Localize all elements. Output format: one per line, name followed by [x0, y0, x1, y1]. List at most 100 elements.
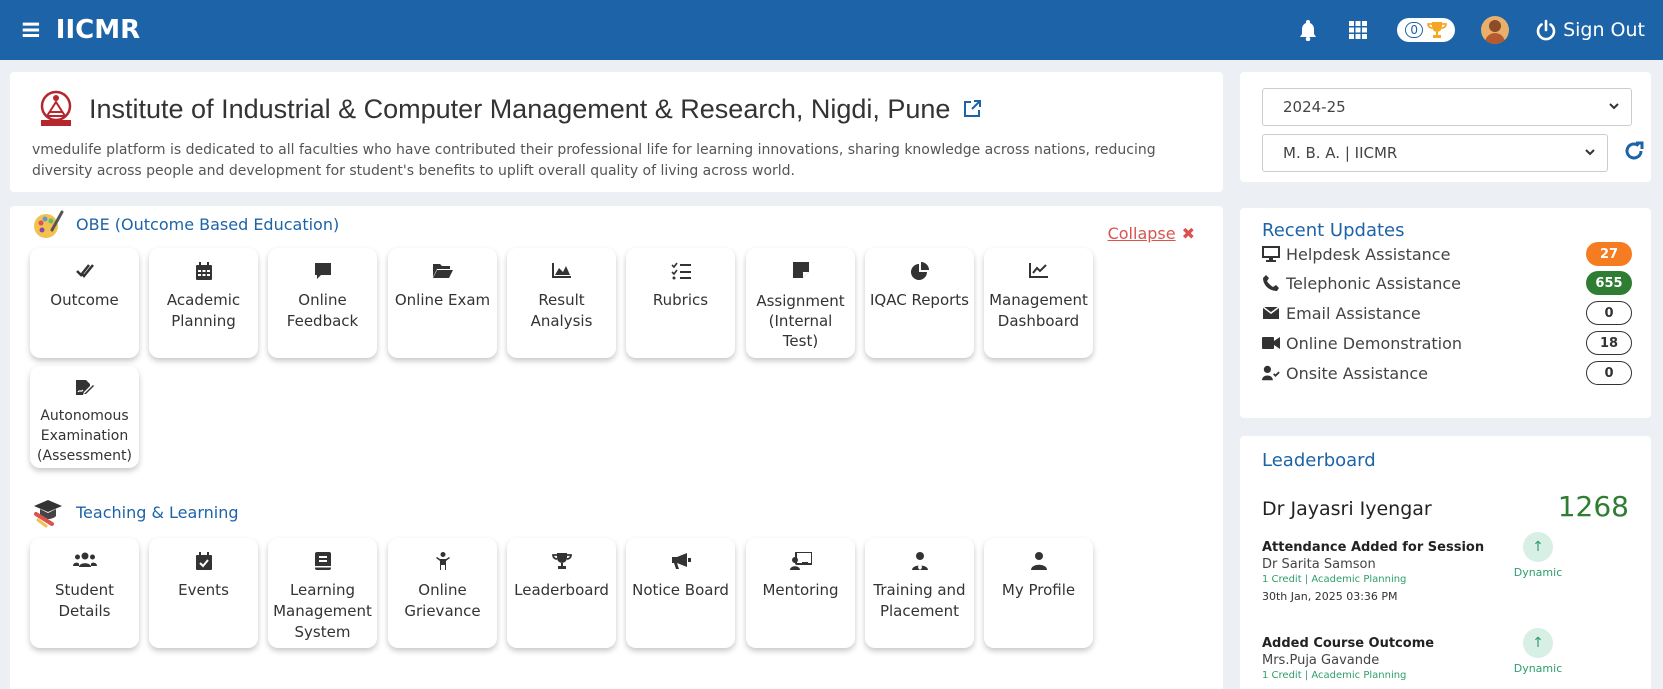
tile-label: Autonomous Examination (Assessment): [37, 408, 132, 464]
tile-online-grievance[interactable]: Online Grievance: [388, 538, 497, 648]
update-item-email[interactable]: Email Assistance 0: [1262, 301, 1632, 325]
trophy-count: 0: [1405, 22, 1424, 38]
user-tie-icon: [865, 552, 974, 570]
palette-icon: [34, 210, 64, 238]
check-double-icon: [30, 262, 139, 280]
list-check-icon: [626, 262, 735, 280]
activity-tag-label: Dynamic: [1513, 662, 1563, 675]
update-item-helpdesk[interactable]: Helpdesk Assistance 27: [1262, 242, 1632, 266]
teaching-header[interactable]: Teaching & Learning: [32, 496, 239, 528]
refresh-icon[interactable]: [1623, 140, 1645, 162]
tile-label: Outcome: [50, 291, 119, 309]
calendar-icon: [149, 262, 258, 280]
bell-icon[interactable]: [1297, 19, 1319, 41]
institute-description: vmedulife platform is dedicated to all f…: [32, 142, 1156, 179]
tile-label: Result Analysis: [530, 291, 593, 330]
pie-chart-icon: [865, 262, 974, 280]
tile-assignment[interactable]: Assignment (Internal Test): [746, 248, 855, 358]
tile-mentoring[interactable]: Mentoring: [746, 538, 855, 648]
collapse-button[interactable]: Collapse ✖: [1108, 224, 1201, 243]
brand[interactable]: ≡ IICMR: [20, 15, 140, 45]
tile-label: Mentoring: [762, 581, 839, 599]
tile-label: Events: [178, 581, 229, 599]
update-count-badge: 0: [1586, 301, 1632, 325]
tile-online-feedback[interactable]: Online Feedback: [268, 248, 377, 358]
tile-leaderboard[interactable]: Leaderboard: [507, 538, 616, 648]
tile-my-profile[interactable]: My Profile: [984, 538, 1093, 648]
tile-management-dashboard[interactable]: Management Dashboard: [984, 248, 1093, 358]
sign-out-label: Sign Out: [1563, 19, 1645, 41]
activity-meta: 1 Credit | Academic Planning: [1262, 670, 1407, 681]
institute-logo: [40, 90, 72, 126]
obe-header[interactable]: OBE (Outcome Based Education): [32, 208, 339, 240]
folder-open-icon: [388, 262, 497, 280]
tile-academic-planning[interactable]: Academic Planning: [149, 248, 258, 358]
tile-events[interactable]: Events: [149, 538, 258, 648]
leader-score: 1268: [1557, 490, 1629, 523]
tile-label: Student Details: [54, 581, 115, 620]
power-icon: [1536, 19, 1556, 41]
brand-name: IICMR: [55, 15, 141, 45]
signature-icon: [30, 380, 139, 398]
leaderboard-title: Leaderboard: [1262, 450, 1376, 471]
bullhorn-icon: [626, 552, 735, 570]
tile-training-placement[interactable]: Training and Placement: [865, 538, 974, 648]
academic-year-select[interactable]: 2024-25: [1262, 88, 1632, 126]
apps-grid-icon[interactable]: [1347, 19, 1369, 41]
activity-title: Added Course Outcome: [1262, 636, 1435, 651]
update-count-badge: 655: [1586, 271, 1632, 295]
tile-iqac-reports[interactable]: IQAC Reports: [865, 248, 974, 358]
tile-rubrics[interactable]: Rubrics: [626, 248, 735, 358]
update-item-demo[interactable]: Online Demonstration 18: [1262, 331, 1632, 355]
tile-label: Assignment (Internal Test): [756, 292, 845, 350]
external-link-icon[interactable]: [962, 99, 982, 119]
user-avatar[interactable]: [1481, 16, 1510, 44]
tile-student-details[interactable]: Student Details: [30, 538, 139, 648]
line-chart-icon: [984, 262, 1093, 280]
video-icon: [1262, 337, 1280, 349]
note-icon: [746, 262, 855, 280]
update-count-badge: 0: [1586, 361, 1632, 385]
tile-online-exam[interactable]: Online Exam: [388, 248, 497, 358]
institute-name: Institute of Industrial & Computer Manag…: [89, 93, 951, 124]
tile-notice-board[interactable]: Notice Board: [626, 538, 735, 648]
obe-title: OBE (Outcome Based Education): [76, 214, 340, 234]
tile-learning-management-system[interactable]: Learning Management System: [268, 538, 377, 648]
user-check-icon: [1262, 365, 1280, 381]
program-select[interactable]: M. B. A. | IICMR: [1262, 134, 1608, 172]
activity-user: Dr Sarita Samson: [1262, 557, 1376, 572]
close-icon: ✖: [1181, 224, 1195, 243]
hamburger-menu-icon[interactable]: ≡: [20, 15, 42, 45]
activity-tag-label: Dynamic: [1513, 566, 1563, 579]
collapse-label: Collapse: [1107, 224, 1176, 243]
modules-panel: OBE (Outcome Based Education) Collapse ✖…: [10, 206, 1223, 689]
tile-label: My Profile: [1001, 581, 1076, 599]
activity-meta: 1 Credit | Academic Planning: [1262, 574, 1407, 585]
tile-outcome[interactable]: Outcome: [30, 248, 139, 358]
tile-label: Training and Placement: [873, 581, 966, 620]
update-count-badge: 27: [1586, 242, 1632, 266]
academic-year-value: 2024-25: [1283, 98, 1346, 116]
area-chart-icon: [507, 262, 616, 280]
trophy-points-badge[interactable]: 0: [1397, 18, 1456, 42]
tile-label: Management Dashboard: [989, 291, 1088, 330]
activity-user: Mrs.Puja Gavande: [1262, 653, 1380, 668]
recent-updates-panel: Recent Updates Helpdesk Assistance 27 Te…: [1240, 208, 1651, 418]
tile-label: IQAC Reports: [869, 291, 969, 309]
update-item-onsite[interactable]: Onsite Assistance 0: [1262, 361, 1632, 385]
arrow-up-icon: ↑: [1523, 532, 1553, 562]
trophy-icon: [507, 552, 616, 570]
update-label: Online Demonstration: [1286, 333, 1463, 353]
tile-label: Online Feedback: [286, 291, 359, 330]
tile-autonomous-examination[interactable]: Autonomous Examination (Assessment): [30, 366, 139, 468]
tile-result-analysis[interactable]: Result Analysis: [507, 248, 616, 358]
envelope-icon: [1262, 307, 1280, 319]
sign-out-button[interactable]: Sign Out: [1535, 19, 1645, 41]
chevron-down-icon: [1585, 149, 1595, 156]
desktop-icon: [1262, 246, 1280, 262]
chalkboard-teacher-icon: [746, 552, 855, 570]
update-item-telephonic[interactable]: Telephonic Assistance 655: [1262, 271, 1632, 295]
leaderboard-panel: Leaderboard Dr Jayasri Iyengar 1268 Atte…: [1240, 436, 1651, 689]
activity-time: 30th Jan, 2025 03:36 PM: [1262, 590, 1398, 603]
program-value: M. B. A. | IICMR: [1283, 144, 1398, 162]
